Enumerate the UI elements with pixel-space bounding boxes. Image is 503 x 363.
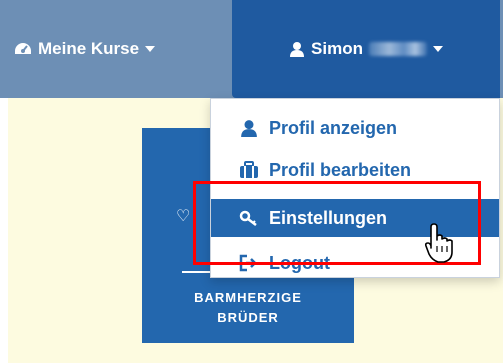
user-icon: [289, 41, 305, 57]
nav-user-label: Simon: [311, 39, 363, 58]
navbar: Meine Kurse Simon: [0, 0, 503, 98]
hand-cursor-icon: [424, 222, 458, 269]
nav-user-menu[interactable]: Simon: [232, 0, 500, 98]
menu-item-label: Profil anzeigen: [269, 117, 398, 138]
logo-text-line1: BARMHERZIGE: [194, 290, 302, 305]
logo-text-line2: BRÜDER: [217, 310, 279, 325]
nav-my-courses-label: Meine Kurse: [38, 39, 140, 58]
menu-item-label: Profil bearbeiten: [269, 159, 412, 180]
dashboard-icon: [14, 41, 32, 57]
nav-my-courses[interactable]: Meine Kurse: [14, 0, 224, 98]
redacted-name: [368, 42, 427, 56]
logo-mark-icon: ♡: [176, 208, 191, 225]
menu-item-profile-view[interactable]: Profil anzeigen: [211, 109, 499, 147]
user-icon: [237, 119, 261, 137]
chevron-down-icon: [432, 46, 443, 52]
chevron-down-icon: [145, 46, 156, 52]
briefcase-icon: [237, 161, 261, 179]
